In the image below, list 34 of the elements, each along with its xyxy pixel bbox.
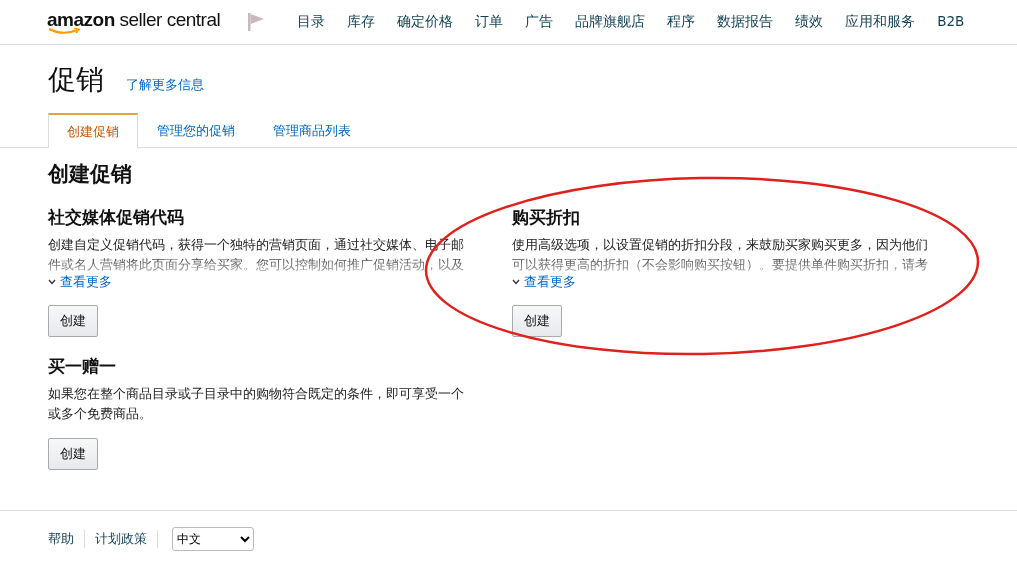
nav-item[interactable]: 确定价格 [386,13,465,31]
tab[interactable]: 管理商品列表 [254,113,370,147]
logo-text[interactable]: amazon seller central [47,9,221,31]
learn-more-link[interactable]: 了解更多信息 [126,76,204,94]
nav-item[interactable]: 目录 [286,13,337,31]
promotion-title: 购买折扣 [512,206,581,229]
create-button[interactable]: 创建 [512,305,562,337]
promotion-description: 使用高级选项，以设置促销的折扣分段，来鼓励买家购买更多，因为他们可以获得更高的折扣（不会影响购买按钮）。要提供单件购买折扣，请考 [512,236,929,274]
promotion-description: 如果您在整个商品目录或子目录中的购物符合既定的条件，即可享受一个或多个免费商品。 [48,385,465,423]
see-more-link[interactable]: 查看更多 [524,273,576,291]
footer-link[interactable]: 计划政策 [85,530,158,548]
see-more-link[interactable]: 查看更多 [60,273,112,291]
create-button[interactable]: 创建 [48,305,98,337]
chevron-down-icon[interactable] [48,279,56,285]
nav-item[interactable]: 库存 [336,13,387,31]
language-select[interactable]: 中文 [172,527,254,551]
nav-item[interactable]: 数据报告 [706,13,785,31]
nav-item[interactable]: 绩效 [784,13,835,31]
nav-item[interactable]: 程序 [656,13,707,31]
nav-item[interactable]: B2B [926,13,976,31]
page-title: 促销 [48,62,104,98]
nav-item[interactable]: 应用和服务 [834,13,927,31]
footer-link[interactable]: 帮助 [48,530,85,548]
promotion-title: 买一赠一 [48,355,117,378]
create-button[interactable]: 创建 [48,438,98,470]
nav-item[interactable]: 广告 [514,13,565,31]
promotion-title: 社交媒体促销代码 [48,206,185,229]
tab[interactable]: 管理您的促销 [138,113,254,147]
nav-item[interactable]: 订单 [464,13,515,31]
nav-item[interactable]: 品牌旗舰店 [564,13,657,31]
tab[interactable]: 创建促销 [48,113,138,148]
smile-arrow-icon [47,28,81,35]
chevron-down-icon[interactable] [512,279,520,285]
section-heading: 创建促销 [48,161,133,188]
